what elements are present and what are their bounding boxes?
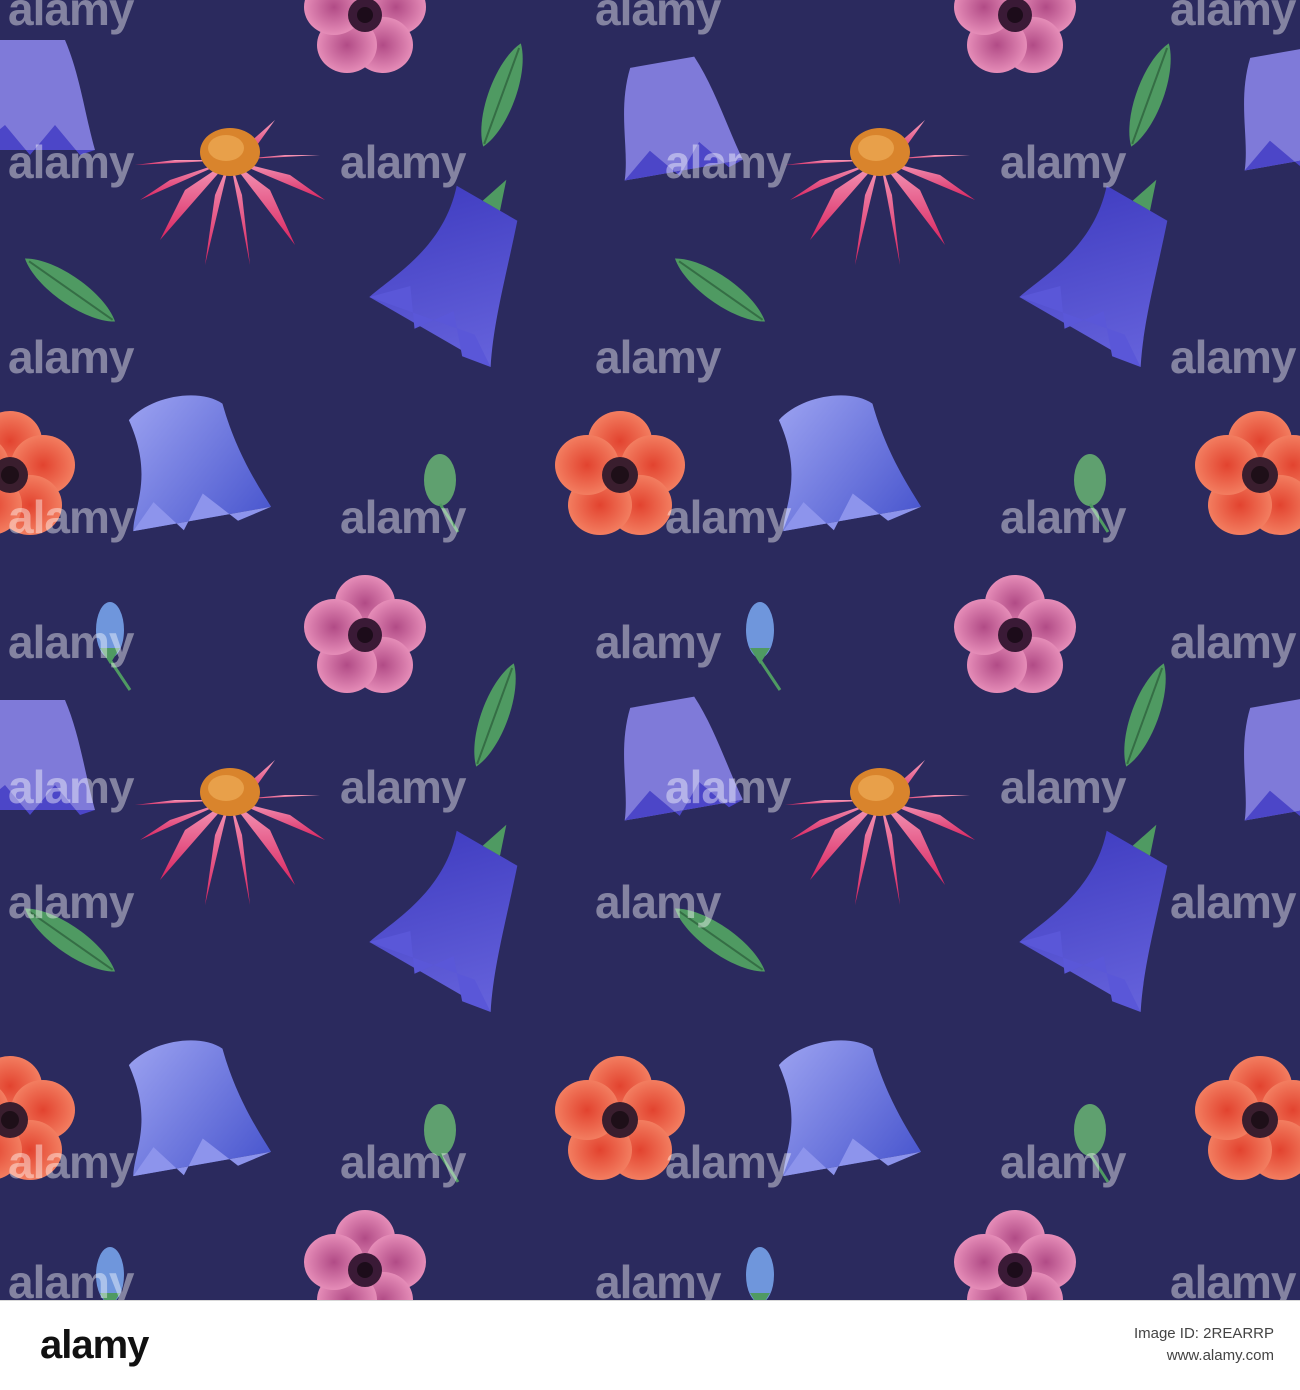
tile-top-left [0, 0, 774, 826]
floral-pattern [0, 0, 1300, 1300]
site-url[interactable]: www.alamy.com [1134, 1345, 1274, 1367]
tile-top-right [744, 0, 1300, 826]
footer-logo[interactable]: alamy [40, 1323, 149, 1368]
footer-bar: alamy Image ID: 2REARRP www.alamy.com [0, 1300, 1300, 1390]
pattern-artwork: alamy alamy alamy alamy alamy alamy alam… [0, 0, 1300, 1300]
image-id-label: Image ID: 2REARRP [1133, 1325, 1274, 1342]
tile-bottom [0, 760, 1300, 1300]
footer-meta: Image ID: 2REARRP www.alamy.com [1134, 1323, 1274, 1367]
